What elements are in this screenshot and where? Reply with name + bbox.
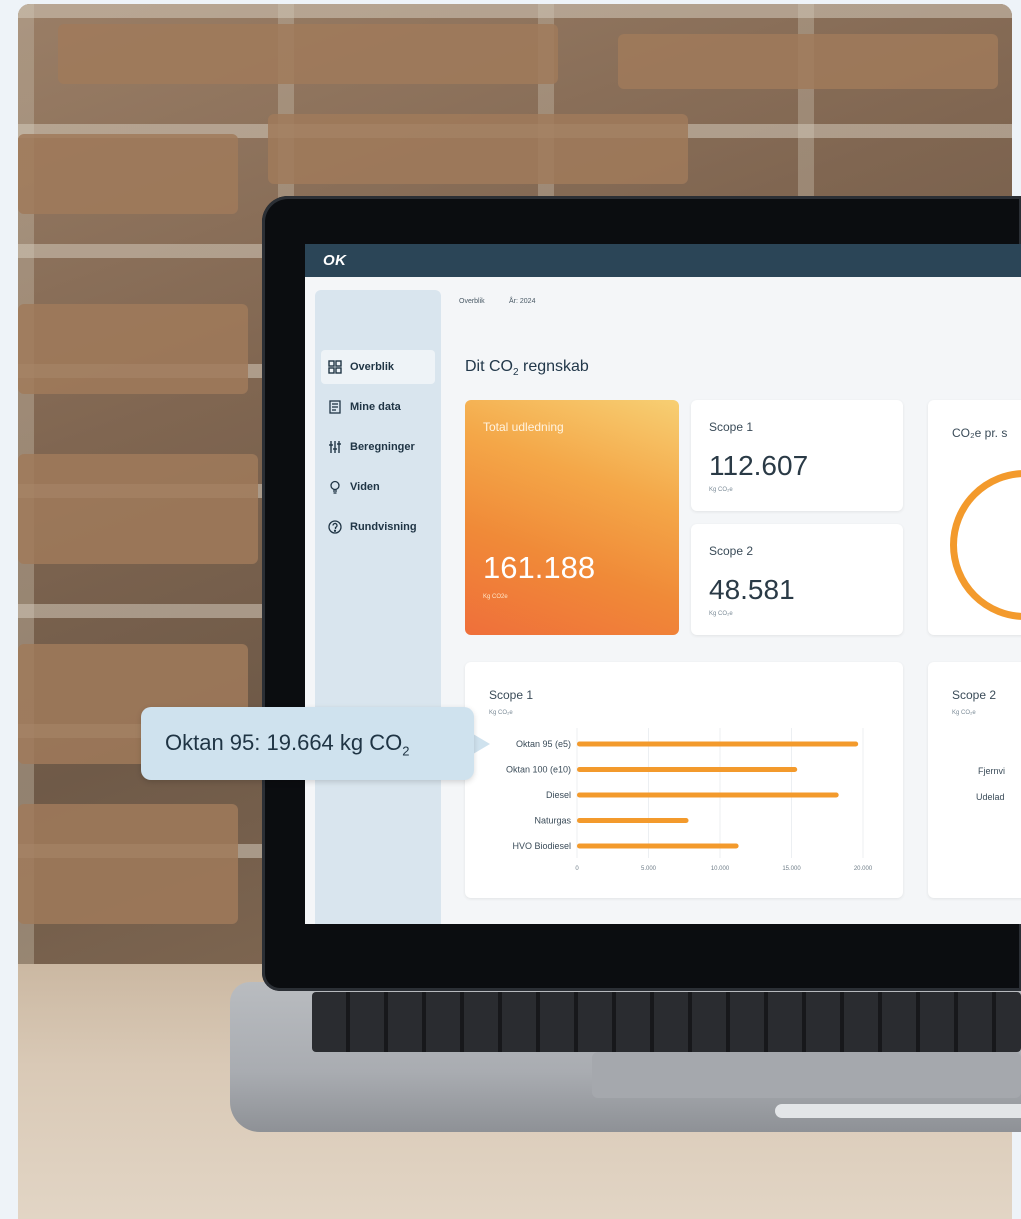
- category-label: Oktan 100 (e10): [506, 765, 571, 775]
- help-circle-icon: [327, 519, 343, 535]
- breadcrumb-page[interactable]: Overblik: [459, 298, 485, 305]
- bar[interactable]: [577, 818, 689, 823]
- bar[interactable]: [577, 741, 859, 747]
- scope1-value: 112.607: [709, 450, 809, 481]
- category-label: Naturgas: [534, 816, 571, 826]
- bar-tooltip: Oktan 95: 19.664 kg CO2: [141, 707, 474, 780]
- sidebar-item-label: Beregninger: [350, 441, 415, 453]
- card-title: Scope 2: [709, 544, 754, 558]
- sidebar-item-overblik[interactable]: Overblik: [321, 350, 435, 384]
- scope2-value: 48.581: [709, 574, 795, 605]
- total-unit: Kg CO2e: [483, 594, 508, 600]
- sidebar-item-rundvisning[interactable]: Rundvisning: [321, 510, 435, 544]
- year-selector[interactable]: År: 2024: [509, 298, 535, 305]
- category-label: Fjernvi: [978, 766, 1006, 776]
- lightbulb-icon: [327, 479, 343, 495]
- x-tick-label: 0: [575, 866, 579, 872]
- category-label: HVO Biodiesel: [512, 841, 571, 851]
- scope1-chart-card: Scope 1 Kg CO₂e 0 5.000 10.000 15.000 20.000…: [465, 662, 903, 898]
- x-tick-label: 15.000: [782, 866, 801, 872]
- ok-logo[interactable]: OK: [323, 252, 347, 269]
- laptop-keyboard: [312, 992, 1021, 1052]
- category-label: Diesel: [546, 790, 571, 800]
- brick: [18, 134, 238, 214]
- page-title: Dit CO2 regnskab: [465, 358, 589, 379]
- card-title: Scope 1: [709, 420, 754, 434]
- document-icon: [327, 399, 343, 415]
- sidebar: Overblik Mine data Beregninger Viden Run…: [315, 290, 441, 924]
- sidebar-item-label: Viden: [350, 481, 380, 493]
- scope1-card[interactable]: Scope 1 112.607 Kg CO₂e: [691, 400, 903, 511]
- co2e-per-card[interactable]: CO₂e pr. s: [928, 400, 1021, 635]
- sidebar-item-beregninger[interactable]: Beregninger: [321, 430, 435, 464]
- x-tick-label: 20.000: [854, 866, 873, 872]
- bar[interactable]: [577, 792, 839, 798]
- sidebar-item-label: Mine data: [350, 401, 401, 413]
- donut-chart: [950, 470, 1021, 620]
- chart-title: Scope 2: [952, 688, 997, 702]
- sidebar-item-mine-data[interactable]: Mine data: [321, 390, 435, 424]
- scope1-bar-chart: 0 5.000 10.000 15.000 20.000 Oktan 95 (e5) Okt…: [506, 728, 873, 872]
- bar[interactable]: [577, 767, 798, 772]
- card-title: CO₂e pr. s: [952, 426, 1008, 440]
- grid-icon: [327, 359, 343, 375]
- brick: [618, 34, 998, 89]
- sliders-icon: [327, 439, 343, 455]
- brick: [268, 114, 688, 184]
- scope2-chart-card: Scope 2 Kg CO₂e Fjernvi Udelad: [928, 662, 1021, 898]
- scope1-unit: Kg CO₂e: [709, 487, 733, 493]
- brick: [18, 304, 248, 394]
- bar[interactable]: [577, 843, 739, 849]
- sidebar-item-viden[interactable]: Viden: [321, 470, 435, 504]
- app-screen: OK Overblik Mine data Beregninger Viden: [305, 244, 1021, 924]
- brick: [58, 24, 558, 84]
- x-tick-label: 10.000: [711, 866, 730, 872]
- card-title: Total udledning: [483, 420, 564, 434]
- category-label: Udelad: [976, 792, 1005, 802]
- total-value: 161.188: [483, 550, 596, 585]
- scope2-card[interactable]: Scope 2 48.581 Kg CO₂e: [691, 524, 903, 635]
- x-tick-label: 5.000: [641, 866, 657, 872]
- brick: [18, 804, 238, 924]
- sidebar-item-label: Rundvisning: [350, 521, 417, 533]
- category-label: Oktan 95 (e5): [516, 739, 571, 749]
- chart-unit: Kg CO₂e: [952, 710, 976, 716]
- tooltip-text: Oktan 95: 19.664 kg CO2: [165, 730, 410, 759]
- laptop-trackpad: [592, 1052, 1021, 1098]
- app-header: OK: [305, 244, 1021, 277]
- laptop-front-edge: [775, 1104, 1021, 1118]
- brick: [18, 454, 258, 564]
- total-emissions-card[interactable]: Total udledning 161.188 Kg CO2e: [465, 400, 679, 635]
- scope2-unit: Kg CO₂e: [709, 611, 733, 617]
- sidebar-item-label: Overblik: [350, 361, 395, 373]
